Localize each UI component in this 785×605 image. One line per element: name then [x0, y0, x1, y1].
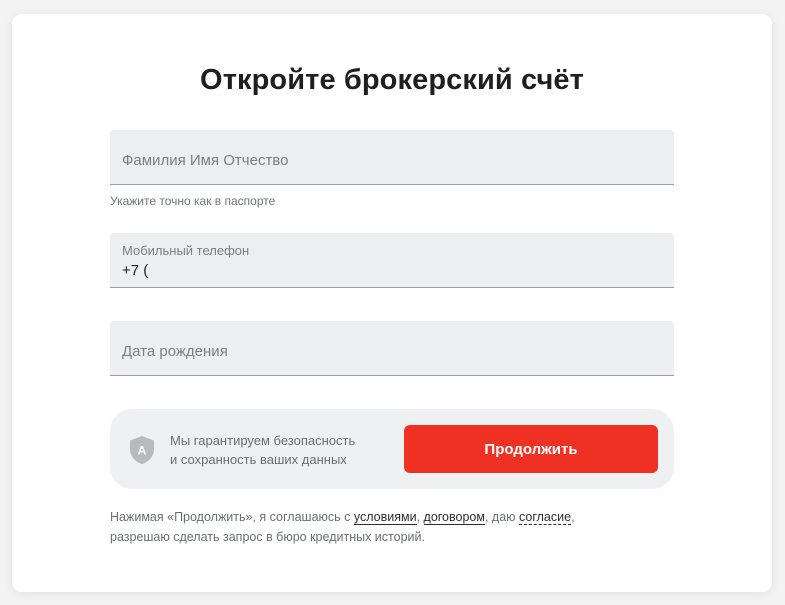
fullname-hint: Укажите точно как в паспорте: [110, 194, 276, 208]
legal-suffix: ,: [571, 510, 575, 524]
legal-text: Нажимая «Продолжить», я соглашаюсь с усл…: [110, 507, 710, 547]
fullname-placeholder: Фамилия Имя Отчество: [122, 152, 289, 169]
consent-link[interactable]: согласие: [519, 510, 572, 525]
phone-field[interactable]: Мобильный телефон +7 (: [110, 233, 674, 288]
page-title: Откройте брокерский счёт: [200, 64, 584, 96]
phone-value: +7 (: [122, 262, 149, 279]
birthdate-field[interactable]: Дата рождения: [110, 321, 674, 376]
continue-button[interactable]: Продолжить: [404, 425, 658, 473]
conditions-link[interactable]: условиями: [353, 510, 417, 525]
shield-icon: A: [128, 435, 156, 465]
legal-line-2: разрешаю сделать запрос в бюро кредитных…: [110, 530, 425, 544]
phone-label: Мобильный телефон: [122, 243, 250, 258]
legal-prefix: Нажимая «Продолжить», я соглашаюсь с: [110, 510, 354, 524]
registration-card: Откройте брокерский счёт Фамилия Имя Отч…: [12, 14, 772, 592]
legal-sep-2: , даю: [484, 510, 520, 524]
birthdate-placeholder: Дата рождения: [122, 343, 228, 360]
security-text: Мы гарантируем безопасность и сохранност…: [170, 431, 355, 469]
security-panel: A Мы гарантируем безопасность и сохранно…: [110, 409, 674, 489]
security-line-1: Мы гарантируем безопасность: [170, 433, 356, 448]
contract-link[interactable]: договором: [423, 510, 485, 525]
fullname-field[interactable]: Фамилия Имя Отчество: [110, 130, 674, 185]
security-line-2: и сохранность ваших данных: [170, 452, 347, 467]
shield-letter: A: [138, 444, 147, 458]
legal-sep-1: ,: [416, 510, 424, 524]
